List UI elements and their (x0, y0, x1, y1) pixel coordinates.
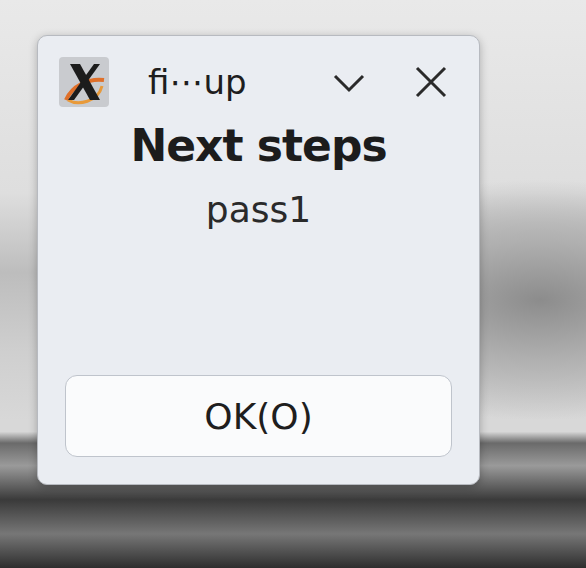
dialog-message: pass1 (206, 189, 311, 230)
ok-button[interactable]: OK(O) (65, 375, 452, 457)
chevron-down-icon[interactable] (331, 64, 367, 100)
dialog-heading: Next steps (130, 120, 386, 171)
title-bar[interactable]: fi⋯up (38, 36, 479, 108)
window-title: fi⋯up (148, 62, 247, 102)
desktop: fi⋯up Next steps pass1 OK(O) (0, 0, 586, 568)
x-logo-icon (58, 56, 110, 108)
button-row: OK(O) (38, 375, 479, 484)
close-icon[interactable] (413, 64, 449, 100)
dialog-body: Next steps pass1 (38, 108, 479, 230)
message-dialog: fi⋯up Next steps pass1 OK(O) (37, 35, 480, 485)
